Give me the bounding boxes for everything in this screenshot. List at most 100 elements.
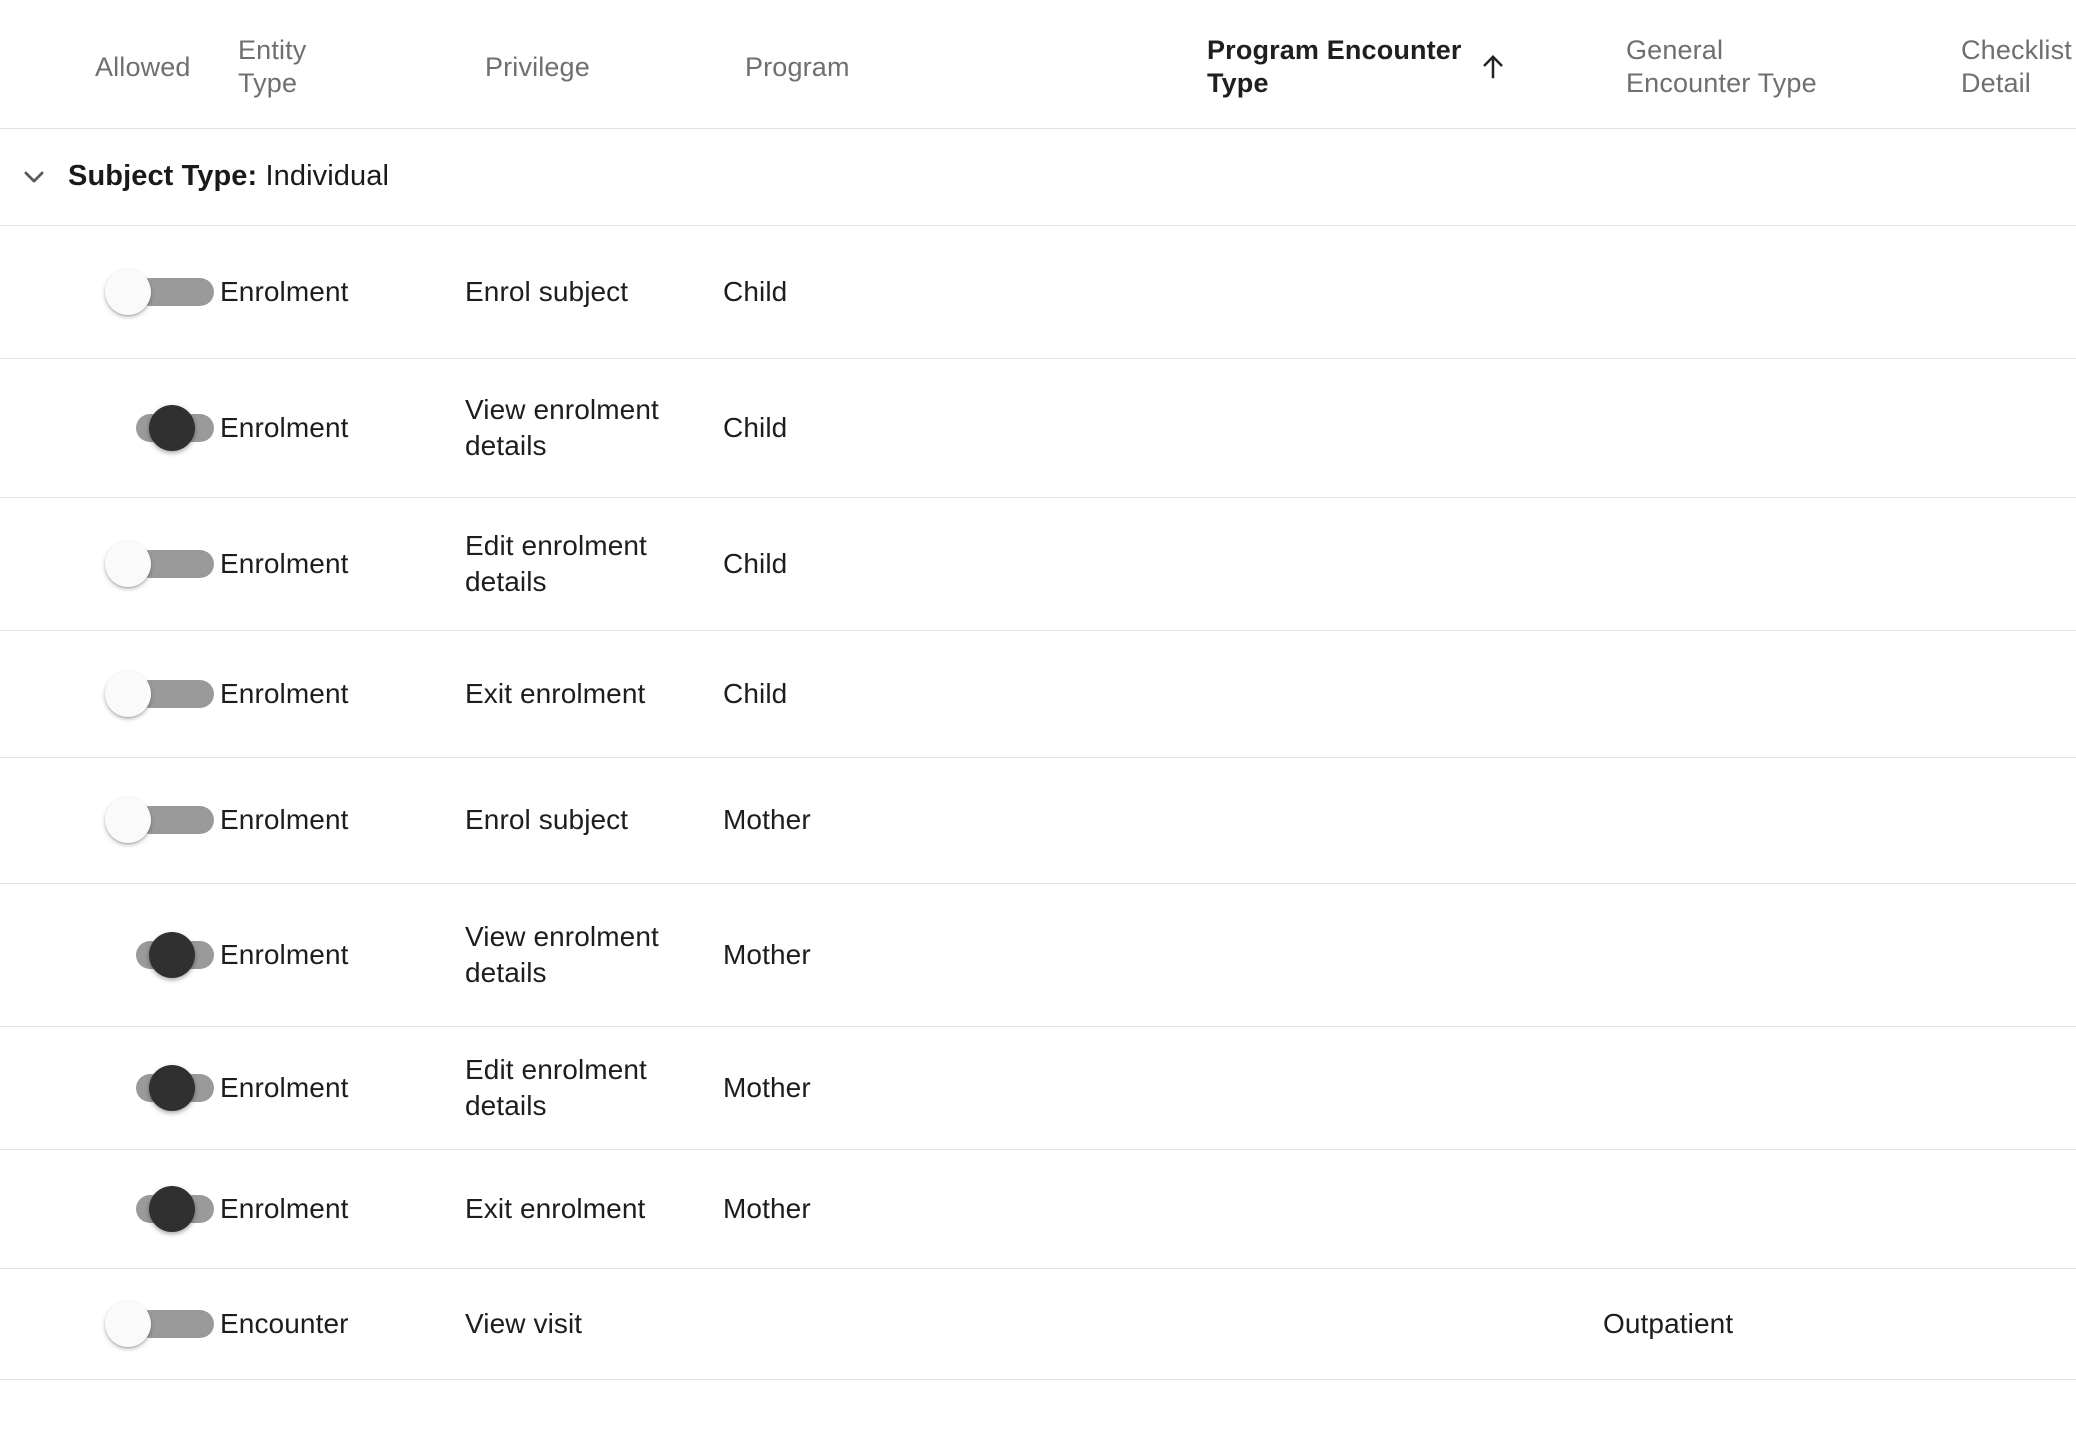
cell-checklist-detail <box>1941 1026 2076 1150</box>
toggle-holder <box>0 1300 220 1347</box>
group-header-row[interactable]: Subject Type: Individual <box>0 128 2076 226</box>
cell-privilege: Exit enrolment <box>465 1149 723 1269</box>
group-header-cell[interactable]: Subject Type: Individual <box>0 128 2076 226</box>
column-header-checklist-detail-label: Checklist Detail <box>1961 35 2072 98</box>
table-row: Enrolment View enrolment details Child <box>0 358 2076 498</box>
cell-privilege: Edit enrolment details <box>465 1026 723 1150</box>
cell-entity-type: Enrolment <box>220 497 465 631</box>
cell-checklist-detail <box>1941 630 2076 758</box>
cell-privilege-text: Enrol subject <box>465 804 629 836</box>
cell-program-encounter-type <box>1183 630 1603 758</box>
chevron-down-icon[interactable] <box>18 161 50 193</box>
cell-privilege: Edit enrolment details <box>465 497 723 631</box>
column-header-privilege-label: Privilege <box>485 51 590 82</box>
cell-program: Child <box>723 358 1183 498</box>
cell-general-encounter-type <box>1603 883 1941 1027</box>
cell-privilege-text: Exit enrolment <box>465 677 646 709</box>
cell-general-encounter-type <box>1603 358 1941 498</box>
cell-entity-type: Enrolment <box>220 630 465 758</box>
cell-program: Mother <box>723 757 1183 884</box>
cell-allowed <box>0 1149 220 1269</box>
cell-entity-type: Enrolment <box>220 358 465 498</box>
cell-entity-type-text: Enrolment <box>220 411 349 443</box>
cell-checklist-detail <box>1941 1149 2076 1269</box>
cell-program-text: Child <box>723 411 788 443</box>
cell-program: Child <box>723 497 1183 631</box>
column-header-checklist-detail[interactable]: Checklist Detail <box>1941 0 2076 129</box>
column-header-entity-type[interactable]: Entity Type <box>220 0 465 129</box>
allowed-toggle[interactable] <box>105 1185 214 1232</box>
column-header-allowed-label: Allowed <box>95 51 191 82</box>
table-row: Enrolment Edit enrolment details Mother <box>0 1026 2076 1150</box>
toggle-knob <box>105 268 151 315</box>
cell-entity-type-text: Enrolment <box>220 275 349 307</box>
cell-privilege-text: Exit enrolment <box>465 1192 646 1224</box>
table-row: Enrolment Edit enrolment details Child <box>0 497 2076 631</box>
column-header-general-encounter-type[interactable]: General Encounter Type <box>1603 0 1941 129</box>
allowed-toggle[interactable] <box>105 404 214 451</box>
group-header-label-value: Individual <box>257 160 389 192</box>
cell-program: Child <box>723 225 1183 359</box>
column-header-program[interactable]: Program <box>723 0 1183 129</box>
column-header-general-encounter-type-label: General Encounter Type <box>1626 35 1817 98</box>
toggle-holder <box>0 540 220 587</box>
cell-entity-type-text: Enrolment <box>220 677 349 709</box>
group-header-label-key: Subject Type: <box>68 160 258 192</box>
cell-program: Mother <box>723 1149 1183 1269</box>
cell-program-encounter-type <box>1183 1149 1603 1269</box>
allowed-toggle[interactable] <box>105 797 214 843</box>
toggle-holder <box>0 268 220 315</box>
cell-allowed <box>0 630 220 758</box>
cell-program-encounter-type <box>1183 358 1603 498</box>
cell-general-encounter-type: Outpatient <box>1603 1268 1941 1380</box>
toggle-knob <box>149 1064 195 1111</box>
column-header-entity-type-label: Entity Type <box>238 35 307 98</box>
toggle-knob <box>149 931 195 978</box>
cell-entity-type-text: Enrolment <box>220 1192 349 1224</box>
cell-allowed <box>0 1026 220 1150</box>
allowed-toggle[interactable] <box>105 540 214 587</box>
cell-general-encounter-type <box>1603 225 1941 359</box>
toggle-holder <box>0 1185 220 1232</box>
cell-program-encounter-type <box>1183 1268 1603 1380</box>
cell-program-text: Mother <box>723 938 811 970</box>
cell-entity-type-text: Enrolment <box>220 547 349 579</box>
column-header-program-encounter-type[interactable]: Program Encounter Type <box>1183 0 1603 129</box>
column-header-privilege[interactable]: Privilege <box>465 0 723 129</box>
cell-entity-type: Enrolment <box>220 1149 465 1269</box>
cell-allowed <box>0 358 220 498</box>
arrow-up-icon[interactable] <box>1476 50 1510 84</box>
allowed-toggle[interactable] <box>105 670 214 717</box>
column-header-allowed[interactable]: Allowed <box>0 0 220 129</box>
allowed-toggle[interactable] <box>105 1300 214 1347</box>
allowed-toggle[interactable] <box>105 1064 214 1111</box>
cell-allowed <box>0 1268 220 1380</box>
cell-checklist-detail <box>1941 757 2076 884</box>
cell-general-encounter-type <box>1603 757 1941 884</box>
toggle-holder <box>0 404 220 451</box>
cell-privilege-text: Edit enrolment details <box>465 1053 647 1121</box>
cell-checklist-detail <box>1941 358 2076 498</box>
allowed-toggle[interactable] <box>105 931 214 978</box>
cell-general-encounter-type <box>1603 497 1941 631</box>
allowed-toggle[interactable] <box>105 268 214 315</box>
cell-checklist-detail <box>1941 1268 2076 1380</box>
cell-program: Mother <box>723 883 1183 1027</box>
cell-entity-type: Enrolment <box>220 883 465 1027</box>
cell-program: Child <box>723 630 1183 758</box>
cell-entity-type: Encounter <box>220 1268 465 1380</box>
cell-general-encounter-type <box>1603 1149 1941 1269</box>
toggle-holder <box>0 797 220 843</box>
cell-entity-type: Enrolment <box>220 225 465 359</box>
cell-privilege: View visit <box>465 1268 723 1380</box>
cell-privilege: Exit enrolment <box>465 630 723 758</box>
cell-general-encounter-type-text: Outpatient <box>1603 1307 1734 1339</box>
cell-entity-type: Enrolment <box>220 757 465 884</box>
cell-general-encounter-type <box>1603 630 1941 758</box>
cell-privilege: Enrol subject <box>465 225 723 359</box>
table-row: Enrolment Enrol subject Mother <box>0 757 2076 884</box>
cell-program-encounter-type <box>1183 757 1603 884</box>
cell-privilege-text: View enrolment details <box>465 920 659 988</box>
group-toggle[interactable]: Subject Type: Individual <box>0 160 2076 193</box>
privileges-table: Allowed Entity Type Privilege Program Pr… <box>0 0 2076 1380</box>
